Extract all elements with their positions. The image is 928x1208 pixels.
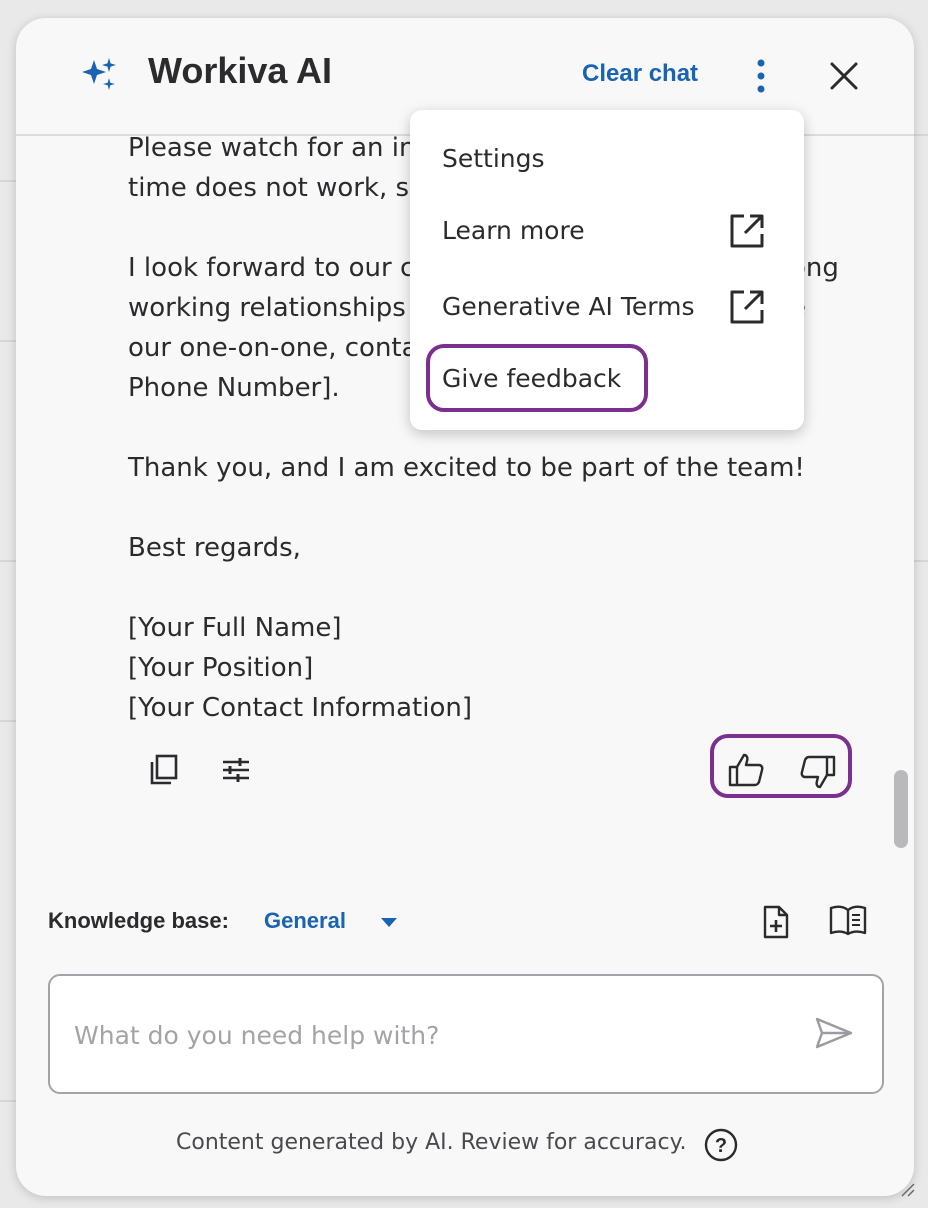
background-divider: [914, 134, 928, 136]
menu-item-learn-more[interactable]: Learn more: [442, 216, 585, 245]
thumbs-down-icon[interactable]: [798, 752, 838, 792]
background-divider: [0, 180, 16, 182]
copy-icon[interactable]: [146, 752, 182, 788]
knowledge-base-select[interactable]: General: [264, 908, 346, 934]
thumbs-up-icon[interactable]: [726, 750, 766, 790]
add-document-icon[interactable]: [758, 904, 794, 940]
message-line: Best regards,: [128, 533, 301, 563]
background-divider: [914, 560, 928, 562]
scrollbar-thumb[interactable]: [894, 770, 908, 848]
adjust-settings-icon[interactable]: [218, 752, 254, 788]
background-divider: [0, 720, 16, 722]
background-divider: [0, 1100, 16, 1102]
external-link-icon: [730, 290, 764, 324]
knowledge-base-label: Knowledge base:: [48, 908, 229, 933]
menu-item-give-feedback[interactable]: Give feedback: [442, 364, 621, 393]
chat-input-container: [48, 974, 884, 1094]
book-icon[interactable]: [828, 902, 868, 938]
clear-chat-button[interactable]: Clear chat: [582, 60, 698, 88]
resize-handle-icon[interactable]: [898, 1180, 916, 1198]
background-divider: [0, 340, 16, 342]
send-icon[interactable]: [814, 1016, 854, 1050]
help-icon[interactable]: ?: [704, 1128, 738, 1162]
menu-item-settings[interactable]: Settings: [442, 144, 545, 173]
chevron-down-icon[interactable]: [380, 916, 398, 928]
overflow-menu: Settings Learn more Generative AI Terms …: [410, 110, 804, 430]
svg-text:?: ?: [715, 1135, 727, 1157]
ai-disclaimer: Content generated by AI. Review for accu…: [176, 1130, 687, 1155]
message-line: [Your Contact Information]: [128, 693, 472, 723]
background-divider: [0, 560, 16, 562]
close-icon[interactable]: [828, 60, 860, 92]
external-link-icon: [730, 214, 764, 248]
menu-item-generative-ai-terms[interactable]: Generative AI Terms: [442, 292, 695, 321]
message-line: [Your Position]: [128, 653, 314, 683]
sparkle-icon: [82, 58, 116, 90]
message-line: Thank you, and I am excited to be part o…: [128, 453, 805, 483]
chat-input[interactable]: [72, 1014, 776, 1056]
kebab-menu-icon[interactable]: [750, 58, 772, 94]
message-line: [Your Full Name]: [128, 613, 342, 643]
panel-title: Workiva AI: [148, 50, 333, 91]
